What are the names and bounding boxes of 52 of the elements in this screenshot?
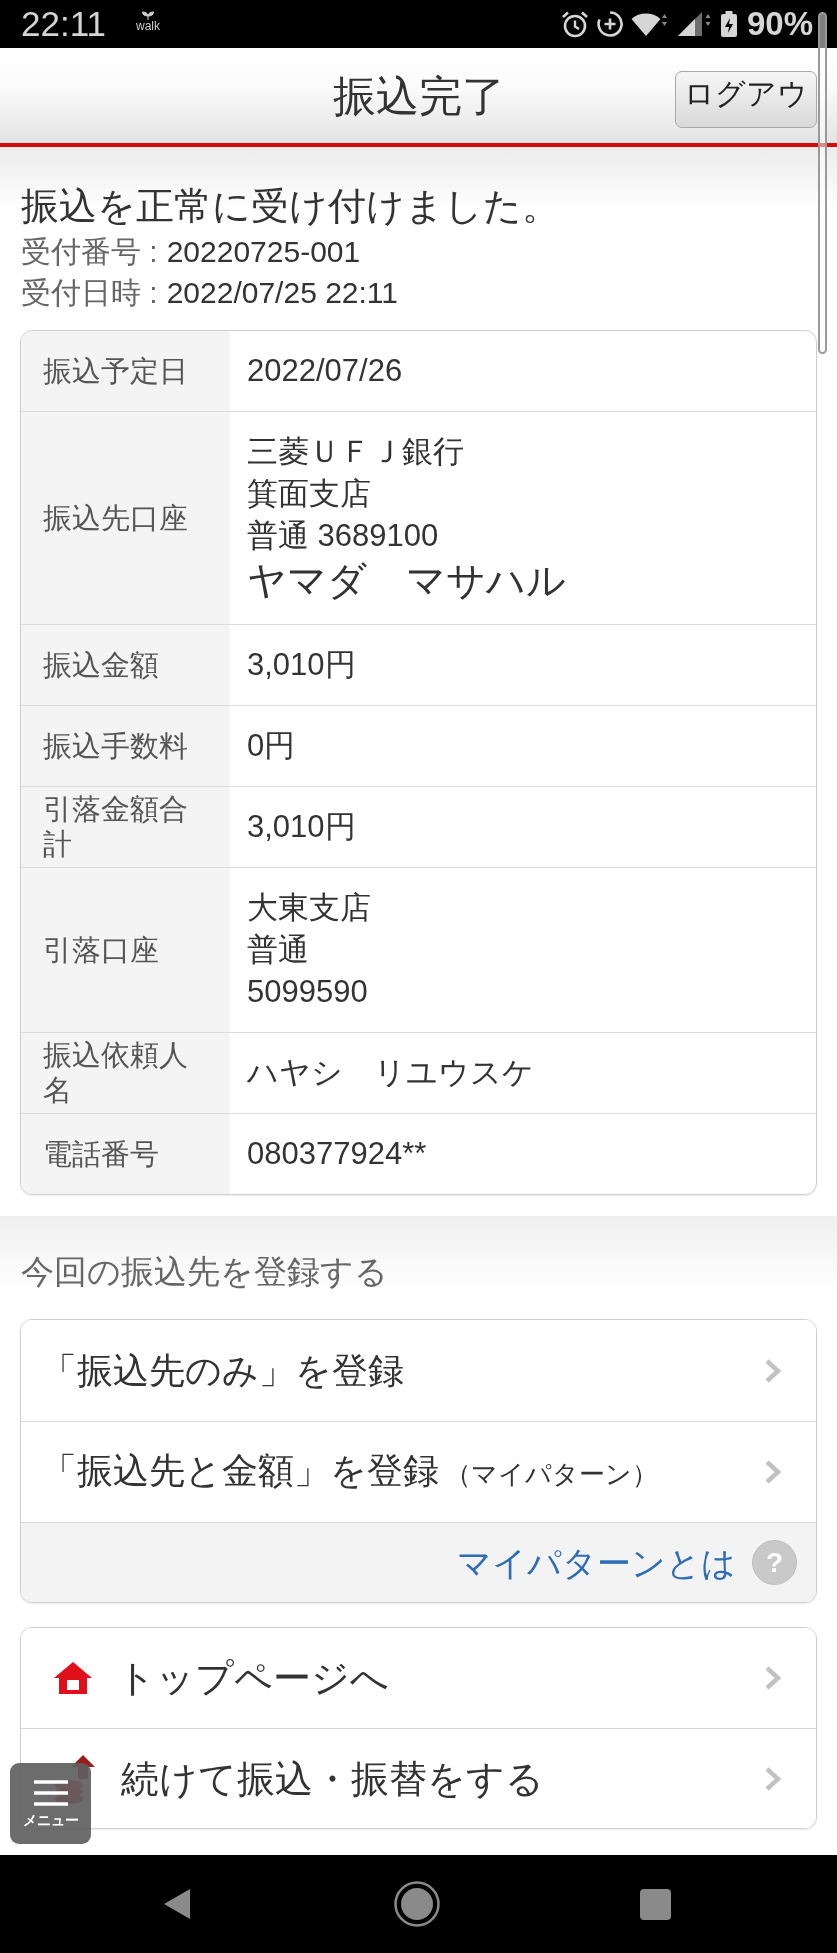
- chevron-right-icon: [764, 1358, 782, 1383]
- row-label: 振込予定日: [21, 331, 230, 411]
- page-title: 振込完了: [332, 70, 505, 122]
- row-value: 普通 3689100: [247, 517, 439, 555]
- row-value: 2022/07/26: [247, 352, 403, 390]
- recents-icon[interactable]: [640, 1888, 671, 1920]
- plus-circle-icon: [596, 11, 623, 37]
- row-label: 引落金額合計: [21, 787, 230, 867]
- row-value: 箕面支店: [247, 475, 371, 513]
- row-value: 0円: [247, 727, 296, 765]
- chevron-right-icon: [764, 1766, 782, 1791]
- menu-button[interactable]: メニュー: [10, 1763, 91, 1844]
- row-label: 振込手数料: [21, 706, 230, 786]
- row-value: 普通: [247, 931, 309, 969]
- completion-message: 振込を正常に受け付けました。: [21, 184, 561, 229]
- row-value: 三菱ＵＦＪ銀行: [247, 433, 464, 471]
- section-heading: 今回の振込先を登録する: [20, 1252, 389, 1292]
- nav-list-item[interactable]: トップページへ: [21, 1628, 816, 1728]
- row-label: 振込金額: [21, 625, 230, 705]
- info-label: 受付日時 :: [21, 275, 158, 311]
- chevron-right-icon: [764, 1666, 782, 1690]
- account-holder-name: ヤマダ マサハル: [247, 558, 566, 604]
- register-option[interactable]: 「振込先と金額」を登録 （マイパターン）: [21, 1421, 816, 1522]
- logout-button[interactable]: ログアウ: [675, 71, 817, 128]
- row-value: 3,010円: [247, 808, 356, 846]
- row-value: 3,010円: [247, 646, 356, 684]
- row-label: 振込先口座: [21, 412, 230, 624]
- info-label: 受付番号 :: [21, 234, 158, 270]
- row-label: 振込依頼人名: [21, 1033, 230, 1113]
- info-value: 2022/07/25 22:11: [166, 275, 398, 311]
- battery-level: 90%: [746, 5, 813, 43]
- row-value: 080377924**: [247, 1135, 427, 1173]
- info-value: 20220725-001: [166, 234, 361, 270]
- status-time: 22:11: [21, 4, 106, 44]
- home-icon: [53, 1661, 93, 1695]
- row-label: 電話番号: [21, 1114, 230, 1194]
- help-link[interactable]: マイパターンとは: [457, 1540, 736, 1585]
- row-value: ハヤシ リユウスケ: [247, 1054, 534, 1092]
- row-value: 5099590: [247, 973, 368, 1011]
- home-icon[interactable]: [394, 1881, 440, 1927]
- alarm-clock-icon: [560, 10, 589, 38]
- wifi-icon: [630, 11, 669, 37]
- signal-icon: [676, 11, 713, 37]
- sprout-icon: [142, 11, 154, 20]
- back-icon[interactable]: [163, 1888, 191, 1920]
- row-value: 大東支店: [247, 889, 371, 927]
- menu-icon: [33, 1779, 68, 1806]
- register-option[interactable]: 「振込先のみ」を登録: [21, 1320, 816, 1421]
- battery-icon: [720, 11, 737, 37]
- status-app-label: walk: [136, 20, 160, 33]
- chevron-right-icon: [764, 1460, 782, 1484]
- row-label: 引落口座: [21, 868, 230, 1032]
